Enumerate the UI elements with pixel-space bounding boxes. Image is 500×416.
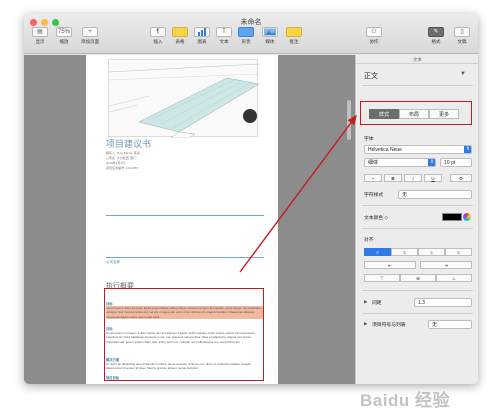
annotation-arrow xyxy=(239,114,357,273)
screenshot-stage: 未命名 ▤ 显示 75% 缩放 + 添加页面 ¶ 插入 表格 图表 T 文本 形状 媒体 … xyxy=(0,0,500,416)
baidu-watermark: Baidu 经验 xyxy=(360,391,450,410)
